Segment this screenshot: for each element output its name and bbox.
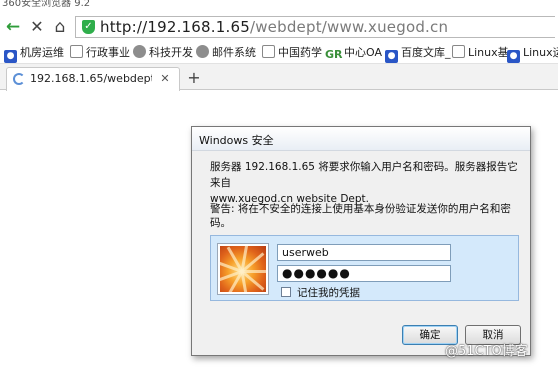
bookmark-item[interactable]: ● 机房运维 bbox=[4, 44, 64, 63]
navigation-bar: ← ✕ ⌂ ✓ http://192.168.1.65/webdept/www.… bbox=[0, 12, 558, 42]
paw-icon: ● bbox=[507, 50, 520, 63]
bookmark-item[interactable]: GR 中心OA bbox=[325, 44, 382, 62]
close-icon[interactable]: ✕ bbox=[157, 71, 173, 87]
password-input[interactable]: ●●●●●● bbox=[277, 265, 451, 282]
globe-icon bbox=[133, 45, 146, 58]
url-path: /webdept/www.xuegod.cn bbox=[249, 18, 449, 36]
security-shield-icon[interactable]: ✓ bbox=[82, 20, 95, 34]
bookmarks-bar: ● 机房运维 行政事业 科技开发 邮件系统 中国药学 GR 中心OA ● 百度文库_ … bbox=[0, 42, 558, 64]
dialog-titlebar[interactable]: Windows 安全 bbox=[192, 127, 530, 151]
dialog-message-line1: 服务器 192.168.1.65 将要求你输入用户名和密码。服务器报告它来自 bbox=[210, 161, 518, 189]
loading-spinner-icon bbox=[13, 73, 25, 85]
home-icon[interactable]: ⌂ bbox=[50, 16, 70, 38]
username-input[interactable]: userweb bbox=[277, 244, 451, 261]
remember-credentials-option[interactable]: 记住我的凭据 bbox=[281, 285, 360, 300]
dialog-title: Windows 安全 bbox=[199, 134, 274, 147]
remember-label: 记住我的凭据 bbox=[297, 287, 360, 299]
doc-icon bbox=[262, 45, 275, 58]
stop-x-icon[interactable]: ✕ bbox=[27, 16, 47, 38]
url-host: http://192.168.1.65 bbox=[100, 18, 250, 36]
paw-icon: ● bbox=[385, 50, 398, 63]
tab-title: 192.168.1.65/webdept/www.xuegod.cn bbox=[30, 72, 152, 85]
back-arrow-icon[interactable]: ← bbox=[3, 16, 23, 38]
dialog-message: 服务器 192.168.1.65 将要求你输入用户名和密码。服务器报告它来自 w… bbox=[210, 159, 520, 207]
paw-icon: ● bbox=[4, 50, 17, 63]
gr-icon: GR bbox=[325, 48, 343, 61]
tab-strip: 192.168.1.65/webdept/www.xuegod.cn ✕ + bbox=[0, 64, 558, 91]
user-avatar-flower-icon bbox=[218, 244, 268, 294]
watermark: @51CTO博客 bbox=[445, 344, 528, 359]
url-text[interactable]: http://192.168.1.65/webdept/www.xuegod.c… bbox=[100, 18, 448, 36]
doc-icon bbox=[452, 45, 465, 58]
remember-checkbox[interactable] bbox=[281, 287, 291, 297]
bookmark-item[interactable]: 中国药学 bbox=[262, 44, 322, 62]
address-bar[interactable]: ✓ http://192.168.1.65/webdept/www.xuegod… bbox=[75, 16, 555, 38]
bookmark-item[interactable]: 行政事业 bbox=[70, 44, 130, 62]
bookmark-item[interactable]: 科技开发 bbox=[133, 44, 193, 62]
bookmark-item[interactable]: Linux基 bbox=[452, 44, 509, 62]
tab-current[interactable]: 192.168.1.65/webdept/www.xuegod.cn ✕ bbox=[6, 67, 180, 91]
bookmark-item[interactable]: ●Linux运 bbox=[507, 44, 558, 63]
bookmark-item[interactable]: 邮件系统 bbox=[196, 44, 256, 62]
bookmark-item[interactable]: ● 百度文库_ bbox=[385, 44, 451, 63]
doc-icon bbox=[70, 45, 83, 58]
globe-icon bbox=[196, 45, 209, 58]
credential-panel: userweb ●●●●●● 记住我的凭据 bbox=[210, 235, 519, 301]
dialog-warning: 警告: 将在不安全的连接上使用基本身份验证发送你的用户名和密码。 bbox=[210, 203, 511, 229]
window-title: 360安全浏览器 9.2 bbox=[2, 0, 91, 9]
security-dialog: Windows 安全 服务器 192.168.1.65 将要求你输入用户名和密码… bbox=[191, 126, 531, 356]
new-tab-plus-icon[interactable]: + bbox=[184, 68, 204, 88]
